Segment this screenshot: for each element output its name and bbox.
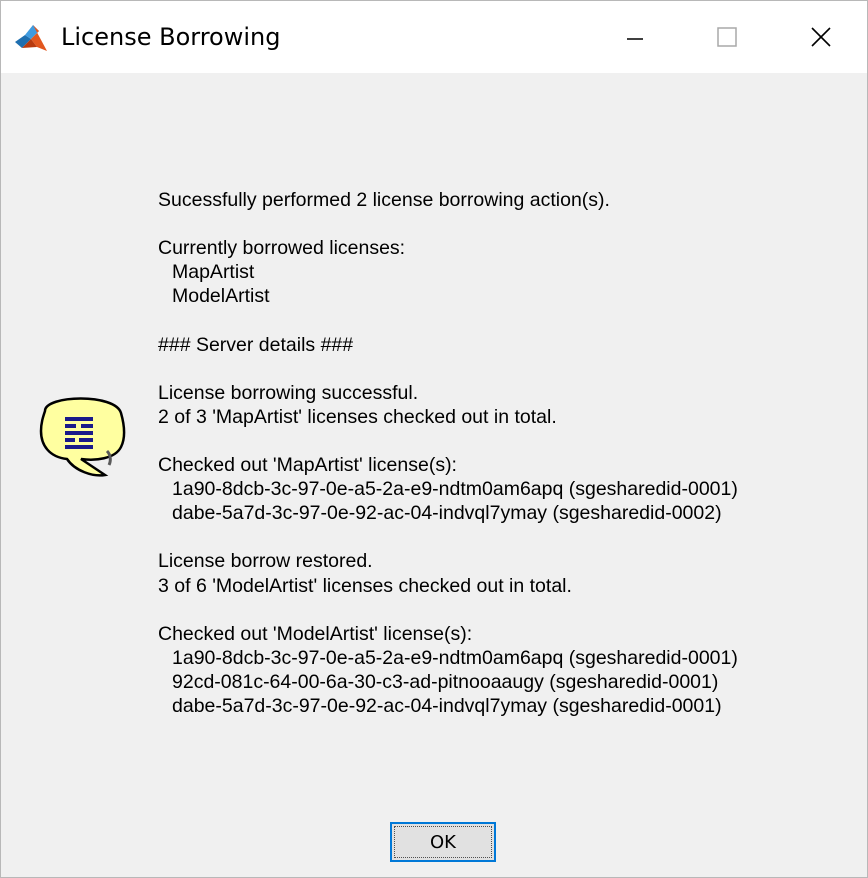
license-id-line: dabe-5a7d-3c-97-0e-92-ac-04-indvql7ymay … [172,502,722,525]
license-id-line: 1a90-8dcb-3c-97-0e-a5-2a-e9-ndtm0am6apq … [172,478,738,501]
server-details-heading: ### Server details ### [158,333,354,356]
title-bar[interactable]: License Borrowing [1,1,867,73]
message-text: Sucessfully performed 2 license borrowin… [158,188,848,718]
borrowed-license-item: ModelArtist [172,285,270,308]
ok-button-label: OK [430,831,456,853]
checked-out-heading: Checked out 'MapArtist' license(s): [158,454,457,477]
summary-line: Sucessfully performed 2 license borrowin… [158,189,610,211]
matlab-icon [15,25,47,51]
close-icon [811,27,831,47]
section-count: 2 of 3 'MapArtist' licenses checked out … [158,405,557,428]
maximize-icon [717,27,737,47]
license-id-line: dabe-5a7d-3c-97-0e-92-ac-04-indvql7ymay … [172,694,722,717]
borrowed-heading: Currently borrowed licenses: [158,237,406,260]
section-count: 3 of 6 'ModelArtist' licenses checked ou… [158,574,572,597]
minimize-button[interactable] [589,1,681,73]
ok-button[interactable]: OK [390,822,496,862]
section-status: License borrowing successful. [158,381,419,404]
borrowed-license-item: MapArtist [172,261,255,284]
checked-out-heading: Checked out 'ModelArtist' license(s): [158,622,473,645]
license-id-line: 92cd-081c-64-00-6a-30-c3-ad-pitnooaaugy … [172,670,719,693]
license-borrowing-dialog: License Borrowing Sucessfully performed … [0,0,868,878]
maximize-button[interactable] [681,1,773,73]
close-button[interactable] [775,1,867,73]
window-title: License Borrowing [61,23,281,51]
speech-bubble-info-icon [39,397,126,477]
section-status: License borrow restored. [158,550,373,573]
license-id-line: 1a90-8dcb-3c-97-0e-a5-2a-e9-ndtm0am6apq … [172,646,738,669]
dialog-content: Sucessfully performed 2 license borrowin… [1,73,867,877]
minimize-icon [627,38,643,40]
